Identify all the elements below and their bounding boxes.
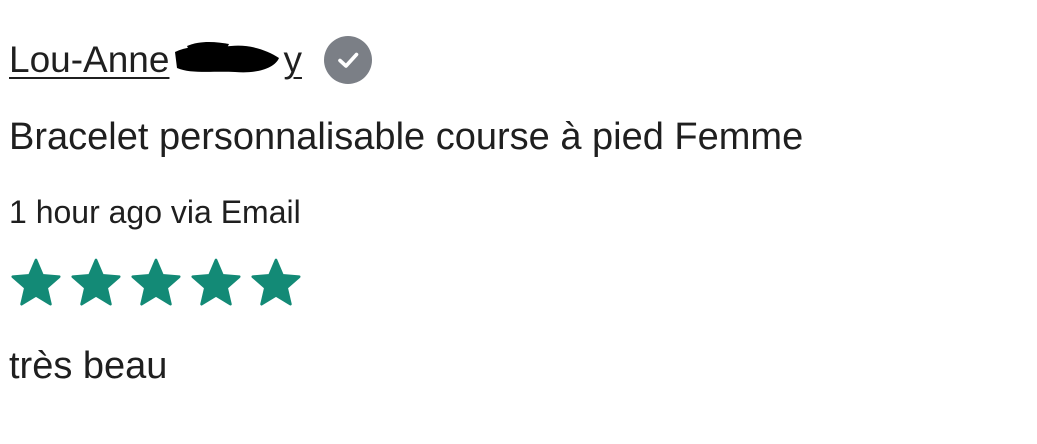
review-meta: 1 hour ago via Email — [9, 194, 301, 230]
product-title: Bracelet personnalisable course à pied F… — [9, 116, 804, 158]
reviewer-name-link[interactable]: Lou-Anne y — [9, 32, 302, 88]
star-rating — [9, 256, 309, 310]
star-icon — [131, 258, 181, 306]
review-body: très beau — [9, 345, 168, 387]
reviewer-row: Lou-Anne y — [9, 32, 372, 88]
star-icon — [251, 258, 301, 306]
reviewer-name-tail: y — [283, 39, 302, 80]
star-icon — [71, 258, 121, 306]
star-icon — [191, 258, 241, 306]
verified-badge-icon — [323, 36, 372, 84]
review-card: Lou-Anne y Bracelet personnalisable cour… — [9, 0, 1029, 444]
redaction-mark — [171, 42, 283, 78]
star-icon — [11, 258, 61, 306]
reviewer-name: Lou-Anne — [9, 39, 170, 80]
